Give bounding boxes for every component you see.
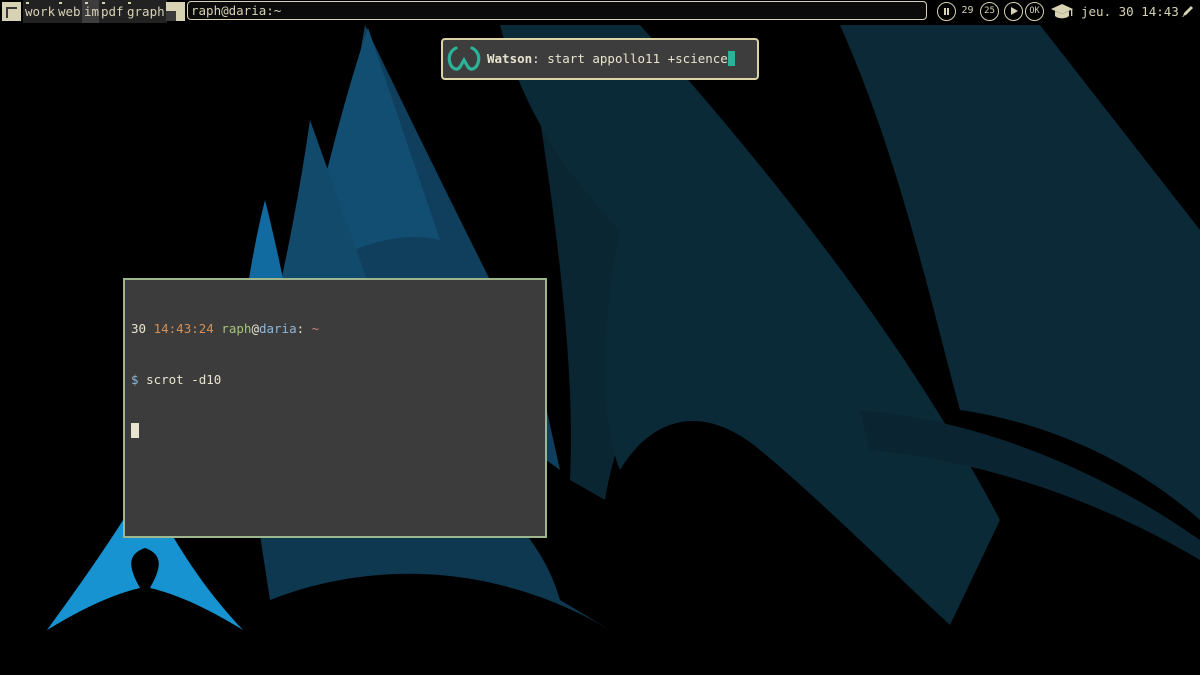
terminal-command-line: $ scrot -d10 — [131, 371, 319, 388]
tray-badge-29[interactable]: 29 — [958, 2, 977, 21]
prompt-colon: : — [296, 321, 305, 336]
graduation-cap-icon[interactable] — [1050, 3, 1074, 21]
desktop: work web im pdf graph raph@daria:~ 29 25… — [0, 0, 1200, 675]
watson-label: Watson — [487, 51, 533, 66]
workspace-work[interactable]: work — [23, 0, 58, 23]
workspace-pdf[interactable]: pdf — [99, 0, 126, 23]
ok-status-badge[interactable]: OK — [1025, 2, 1044, 21]
prompt-day: 30 — [131, 321, 147, 336]
watson-input[interactable]: Watson: start appollo11 +science — [487, 40, 735, 78]
tray-badge-25[interactable]: 25 — [980, 2, 999, 21]
clock[interactable]: jeu. 30 14:43 — [1081, 0, 1179, 23]
layout-tile-icon[interactable] — [2, 2, 21, 21]
workspace-graph[interactable]: graph — [125, 0, 167, 23]
watson-logo-icon — [447, 46, 481, 71]
terminal-output[interactable]: 30 14:43:24 raph@daria: ~ $ scrot -d10 — [131, 286, 319, 473]
focused-window-title: raph@daria:~ — [187, 1, 927, 20]
prompt-time: 14:43:24 — [153, 321, 214, 336]
pause-icon[interactable] — [937, 2, 956, 21]
pencil-icon[interactable] — [1180, 3, 1196, 19]
watson-separator: : — [532, 51, 548, 66]
terminal-cursor — [131, 423, 139, 438]
prompt-at: @ — [251, 321, 259, 336]
terminal-command: scrot -d10 — [146, 372, 222, 387]
terminal-input-line[interactable] — [131, 422, 319, 439]
watson-command: start appollo11 +science — [547, 51, 728, 66]
layout-floating-icon[interactable] — [166, 2, 185, 21]
prompt-symbol: $ — [131, 372, 139, 387]
prompt-path: ~ — [311, 321, 320, 336]
terminal-window[interactable]: 30 14:43:24 raph@daria: ~ $ scrot -d10 — [123, 278, 547, 538]
terminal-prompt-line: 30 14:43:24 raph@daria: ~ — [131, 320, 319, 337]
prompt-host: daria — [258, 321, 297, 336]
watson-text-cursor — [727, 51, 735, 66]
workspace-web[interactable]: web — [56, 0, 83, 23]
play-icon[interactable] — [1004, 2, 1023, 21]
prompt-user: raph — [221, 321, 252, 336]
top-panel: work web im pdf graph raph@daria:~ 29 25… — [0, 0, 1200, 23]
watson-prompt-dialog[interactable]: Watson: start appollo11 +science — [441, 38, 759, 80]
